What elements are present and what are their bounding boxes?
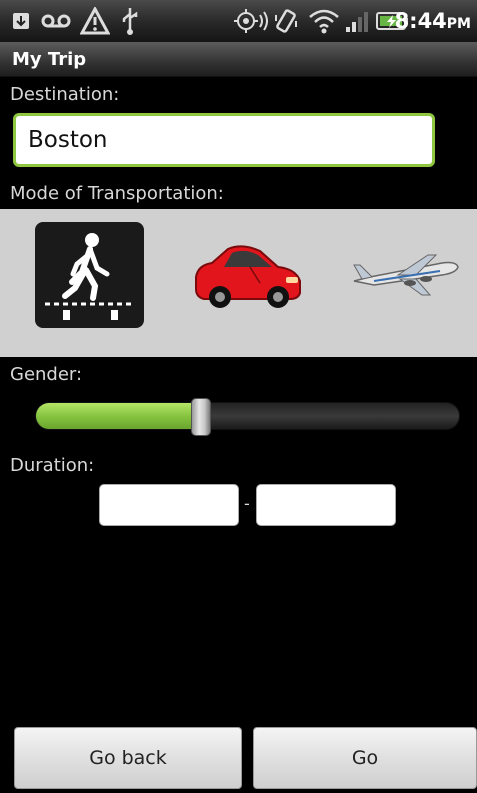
gender-slider-thumb[interactable] bbox=[190, 398, 211, 436]
duration-separator: - bbox=[244, 494, 250, 513]
signal-icon bbox=[345, 0, 373, 42]
plane-option[interactable] bbox=[350, 249, 460, 299]
walk-icon bbox=[45, 233, 134, 320]
page-title: My Trip bbox=[12, 49, 87, 70]
go-back-button[interactable]: Go back bbox=[14, 727, 242, 789]
destination-input[interactable]: Boston bbox=[13, 113, 435, 167]
clock-ampm: PM bbox=[446, 16, 471, 32]
download-icon bbox=[10, 0, 32, 42]
car-icon bbox=[195, 245, 301, 308]
plane-icon bbox=[353, 254, 459, 296]
status-bar: 8:44PM bbox=[0, 0, 477, 42]
usb-icon bbox=[118, 0, 142, 42]
transport-selector bbox=[0, 209, 477, 357]
title-bar: My Trip bbox=[0, 42, 477, 77]
car-option[interactable] bbox=[190, 237, 305, 312]
gender-slider-fill bbox=[36, 403, 201, 429]
transport-label: Mode of Transportation: bbox=[10, 183, 224, 204]
duration-start-input[interactable] bbox=[99, 484, 239, 526]
destination-label: Destination: bbox=[10, 84, 120, 105]
status-clock: 8:44PM bbox=[395, 0, 471, 42]
go-button[interactable]: Go bbox=[253, 727, 477, 789]
gender-label: Gender: bbox=[10, 364, 83, 385]
duration-end-input[interactable] bbox=[256, 484, 396, 526]
walk-option[interactable] bbox=[35, 222, 144, 328]
gender-slider[interactable] bbox=[35, 402, 460, 430]
vibrate-icon bbox=[272, 0, 300, 42]
gps-icon bbox=[232, 0, 268, 42]
duration-label: Duration: bbox=[10, 455, 95, 476]
warning-icon bbox=[80, 0, 110, 42]
wifi-icon bbox=[308, 0, 340, 42]
clock-time: 8:44 bbox=[394, 9, 447, 33]
voicemail-icon bbox=[40, 0, 72, 42]
